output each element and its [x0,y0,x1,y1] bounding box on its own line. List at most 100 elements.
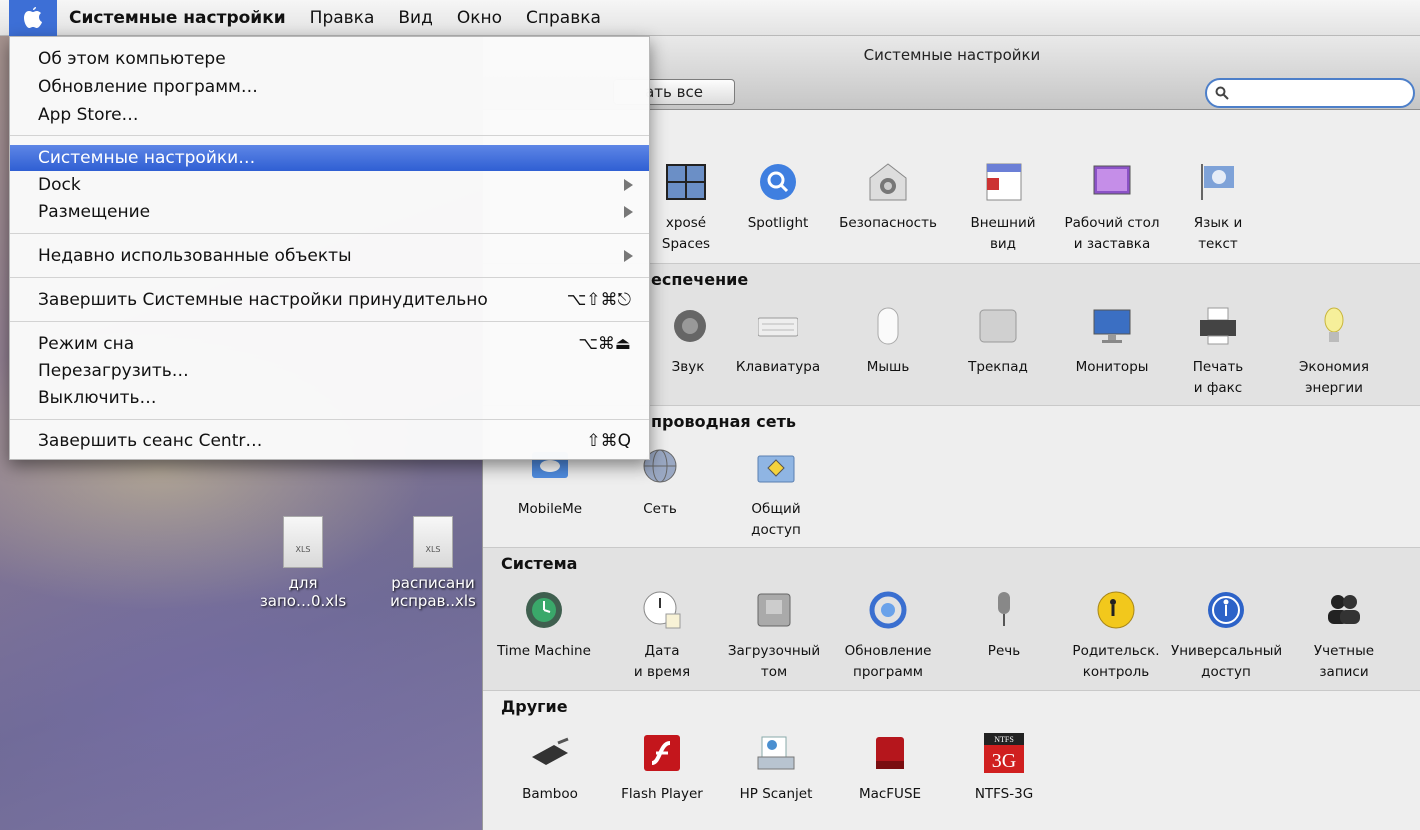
pane-label: NTFS-3G [974,786,1034,802]
svg-text:3G: 3G [992,750,1016,772]
keyboard-icon [757,317,799,337]
scanner-icon [757,736,795,770]
expose-icon [666,164,706,200]
pane-displays[interactable]: Мониторы [1057,306,1167,378]
pane-desktop-screensaver[interactable]: Рабочий стол и заставка [1057,162,1167,255]
pane-label: Обновление [844,643,932,659]
sharing-icon [757,455,795,483]
svg-text:NTFS: NTFS [994,735,1014,744]
file-badge: XLS [295,545,311,554]
pane-speech[interactable]: Речь [949,590,1059,662]
menu-edit[interactable]: Правка [298,0,387,36]
mouse-icon [877,307,899,345]
pane-energy-saver[interactable]: Экономия энергии [1279,306,1389,399]
pane-universal-access[interactable]: Универсальный доступ [1171,590,1283,683]
pane-label: Учетные [1313,643,1375,659]
pane-label: энергии [1305,380,1363,396]
xls-file-icon: XLS [413,516,453,568]
pane-date-time[interactable]: Дата и время [607,590,717,683]
menu-item-software-update[interactable]: Обновление программ… [10,74,649,100]
menu-item-restart[interactable]: Перезагрузить… [10,358,649,384]
menu-item-recent-items[interactable]: Недавно использованные объекты [10,243,649,269]
pane-label: Безопасность [839,215,937,231]
pane-label: HP Scanjet [739,786,813,802]
menu-separator [10,419,649,420]
menu-item-logout[interactable]: Завершить сеанс Centr… ⇧⌘Q [10,428,649,454]
pane-label: Spotlight [747,215,809,231]
menu-item-app-store[interactable]: App Store… [10,102,649,128]
apple-menu-button[interactable] [9,0,57,36]
desktop-file-xls-2[interactable]: XLS расписани исправ..xls [378,516,488,610]
menu-item-label: Размещение [38,202,151,222]
date-time-icon [643,591,681,629]
menu-item-shutdown[interactable]: Выключить… [10,385,649,411]
pane-trackpad[interactable]: Трекпад [943,306,1053,378]
pane-startup-disk[interactable]: Загрузочный том [719,590,829,683]
speech-icon [998,592,1010,626]
pane-ntfs-3g[interactable]: NTFS 3G NTFS-3G [949,733,1059,805]
section-title-hardware: еспечение [651,270,749,289]
pane-label: Дата [644,643,680,659]
desktop-file-xls-1[interactable]: XLS для запо…0.xls [248,516,358,610]
pane-keyboard[interactable]: Клавиатура [723,306,833,378]
pane-flash-player[interactable]: Flash Player [607,733,717,805]
desktop-icon [1093,165,1131,195]
section-system: Система Time Machine Дата и время Загруз… [483,548,1420,691]
pane-label: Печать [1192,359,1244,375]
section-title-internet: проводная сеть [651,412,796,431]
pane-security[interactable]: Безопасность [833,162,943,234]
section-title-other: Другие [501,697,568,716]
menu-help[interactable]: Справка [514,0,613,36]
menu-item-force-quit[interactable]: Завершить Системные настройки принудител… [10,287,649,313]
pane-time-machine[interactable]: Time Machine [489,590,599,662]
menu-item-label: Завершить сеанс Centr… [38,431,263,451]
menu-separator [10,321,649,322]
menu-item-sleep[interactable]: Режим сна ⌥⌘⏏ [10,331,649,357]
pane-label: Речь [987,643,1021,659]
pane-label: MobileMe [517,501,583,517]
startup-disk-icon [757,593,791,627]
pane-language-text[interactable]: Язык и текст [1163,162,1273,255]
pane-label: MacFUSE [858,786,922,802]
energy-icon [1324,307,1344,342]
pane-label: Time Machine [497,643,591,659]
pane-hp-scanjet[interactable]: HP Scanjet [721,733,831,805]
pane-label: Внешний [970,215,1036,231]
ntfs-icon: NTFS 3G [984,733,1024,773]
pane-label: Рабочий стол [1064,215,1160,231]
pane-macfuse[interactable]: MacFUSE [835,733,945,805]
pane-mouse[interactable]: Мышь [833,306,943,378]
menu-item-location[interactable]: Размещение [10,199,649,225]
pane-label: Мониторы [1075,359,1149,375]
menu-item-dock[interactable]: Dock [10,172,649,198]
accounts-icon [1328,595,1360,624]
menu-app-name[interactable]: Системные настройки [57,0,298,36]
pane-label: и заставка [1073,236,1151,252]
pane-label: Экономия [1298,359,1369,375]
pane-label: доступ [1201,664,1251,680]
pane-label: Клавиатура [735,359,821,375]
pane-appearance[interactable]: Внешний вид [948,162,1058,255]
pane-bamboo[interactable]: Bamboo [495,733,605,805]
pane-parental-controls[interactable]: Родительск. контроль [1061,590,1171,683]
search-field[interactable] [1205,78,1415,108]
keyboard-shortcut: ⌥⌘⏏ [578,334,631,354]
pane-accounts[interactable]: Учетные записи [1289,590,1399,683]
pane-print-fax[interactable]: Печать и факс [1163,306,1273,399]
menu-view[interactable]: Вид [386,0,444,36]
keyboard-shortcut: ⇧⌘Q [586,431,631,451]
parental-controls-icon [1097,591,1135,629]
xls-file-icon: XLS [283,516,323,568]
pane-spotlight[interactable]: Spotlight [723,162,833,234]
universal-access-icon [1208,592,1244,628]
menu-item-about[interactable]: Об этом компьютере [10,46,649,72]
pane-label: Мышь [866,359,910,375]
pane-software-update[interactable]: Обновление программ [833,590,943,683]
menu-item-system-preferences[interactable]: Системные настройки… [10,145,649,171]
menu-window[interactable]: Окно [445,0,514,36]
keyboard-shortcut: ⌥⇧⌘⎋ [566,290,631,310]
pane-label: и факс [1193,380,1243,396]
pane-sharing[interactable]: Общий доступ [721,448,831,541]
pane-label: Универсальный [1171,643,1283,659]
pane-label: Загрузочный [727,643,821,659]
